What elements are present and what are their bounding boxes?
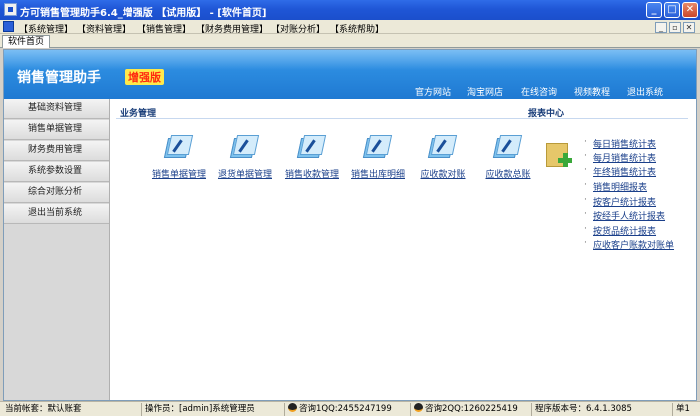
- report-by-handler[interactable]: 按经手人统计报表: [593, 209, 665, 222]
- status-qq2: 咨询2QQ:1260225419: [410, 403, 518, 416]
- report-yearly-sales[interactable]: 年终销售统计表: [593, 165, 656, 178]
- bullet-icon: ·: [584, 238, 587, 248]
- menu-bar: 【系统管理】 【资料管理】 【销售管理】 【财务费用管理】 【对账分析】 【系统…: [0, 20, 700, 35]
- mdi-app-icon[interactable]: [3, 21, 14, 32]
- link-video-tutorial[interactable]: 视频教程: [574, 85, 610, 98]
- bullet-icon: ·: [584, 151, 587, 161]
- biz-return-docs[interactable]: 退货单据管理: [213, 135, 277, 185]
- bullet-icon: ·: [584, 137, 587, 147]
- edition-badge: 增强版: [125, 69, 164, 85]
- sidebar-item-basic-data[interactable]: 基础资料管理: [4, 99, 109, 119]
- sidebar-item-sales-docs[interactable]: 销售单据管理: [4, 120, 109, 140]
- link-online-consult[interactable]: 在线咨询: [521, 85, 557, 98]
- status-bar: 当前帐套：默认账套 操作员：[admin]系统管理员 咨询1QQ:2455247…: [0, 401, 700, 416]
- document-icon: [492, 135, 523, 159]
- bullet-icon: ·: [584, 195, 587, 205]
- maximize-button[interactable]: □: [664, 2, 680, 18]
- biz-sales-receipts[interactable]: 销售收款管理: [280, 135, 344, 185]
- biz-label[interactable]: 销售单据管理: [147, 167, 211, 180]
- biz-sales-docs[interactable]: 销售单据管理: [147, 135, 211, 185]
- bullet-icon: ·: [584, 209, 587, 219]
- biz-label[interactable]: 销售出库明细: [346, 167, 410, 180]
- report-folder-icon: [546, 141, 574, 169]
- sidebar: 基础资料管理 销售单据管理 财务费用管理 系统参数设置 综合对账分析 退出当前系…: [4, 99, 110, 400]
- sidebar-item-finance[interactable]: 财务费用管理: [4, 141, 109, 161]
- banner: 销售管理助手 销售管理助手 增强版 官方网站 淘宝网店 在线咨询 视频教程 退出…: [4, 50, 696, 99]
- status-tail: 单1: [672, 403, 690, 416]
- mdi-restore-button[interactable]: ▫: [669, 22, 681, 33]
- report-by-product[interactable]: 按货品统计报表: [593, 224, 656, 237]
- title-bar: 方可销售管理助手6.4_增强版 【试用版】 - [软件首页] _ □ ✕: [0, 0, 700, 20]
- report-receivable-statement[interactable]: 应收客户账款对账单: [593, 238, 674, 251]
- minimize-button[interactable]: _: [646, 2, 662, 18]
- bullet-icon: ·: [584, 180, 587, 190]
- document-icon: [163, 135, 194, 159]
- banner-title-reflection: 销售管理助手: [17, 71, 101, 82]
- link-exit-system[interactable]: 退出系统: [627, 85, 663, 98]
- document-icon: [427, 135, 458, 159]
- status-qq1-text: 咨询1QQ:2455247199: [299, 404, 392, 414]
- status-qq2-text: 咨询2QQ:1260225419: [425, 404, 518, 414]
- biz-label[interactable]: 退货单据管理: [213, 167, 277, 180]
- sidebar-item-exit[interactable]: 退出当前系统: [4, 204, 109, 224]
- mdi-minimize-button[interactable]: _: [655, 22, 667, 33]
- document-icon: [362, 135, 393, 159]
- tab-home[interactable]: 软件首页: [2, 35, 51, 48]
- status-account: 当前帐套：默认账套: [5, 404, 82, 414]
- report-sales-detail[interactable]: 销售明细报表: [593, 180, 647, 193]
- qq-icon: [288, 403, 297, 412]
- report-monthly-sales[interactable]: 每月销售统计表: [593, 151, 656, 164]
- banner-shine: [4, 50, 696, 70]
- mdi-close-button[interactable]: ✕: [683, 22, 695, 33]
- biz-outbound-details[interactable]: 销售出库明细: [346, 135, 410, 185]
- biz-receivable-ledger[interactable]: 应收款总账: [476, 135, 540, 185]
- status-qq1: 咨询1QQ:2455247199: [284, 403, 392, 416]
- document-icon: [229, 135, 260, 159]
- close-button[interactable]: ✕: [682, 2, 698, 18]
- status-operator: 操作员：[admin]系统管理员: [141, 403, 255, 416]
- report-by-customer[interactable]: 按客户统计报表: [593, 195, 656, 208]
- link-taobao-shop[interactable]: 淘宝网店: [467, 85, 503, 98]
- bullet-icon: ·: [584, 165, 587, 175]
- bullet-icon: ·: [584, 224, 587, 234]
- biz-label[interactable]: 应收款总账: [476, 167, 540, 180]
- qq-icon: [414, 403, 423, 412]
- biz-label[interactable]: 销售收款管理: [280, 167, 344, 180]
- sidebar-item-settings[interactable]: 系统参数设置: [4, 162, 109, 182]
- app-icon[interactable]: [4, 3, 17, 16]
- main-content: 销售管理助手 销售管理助手 增强版 官方网站 淘宝网店 在线咨询 视频教程 退出…: [3, 49, 697, 401]
- status-version: 程序版本号：6.4.1.3085: [531, 403, 632, 416]
- report-daily-sales[interactable]: 每日销售统计表: [593, 137, 656, 150]
- sidebar-item-reconcile[interactable]: 综合对账分析: [4, 183, 109, 203]
- tab-strip: 软件首页: [0, 34, 700, 48]
- document-icon: [296, 135, 327, 159]
- link-official-site[interactable]: 官方网站: [415, 85, 451, 98]
- section-divider: [116, 118, 688, 119]
- window-title: 方可销售管理助手6.4_增强版 【试用版】 - [软件首页]: [20, 8, 267, 19]
- biz-receivable-reconcile[interactable]: 应收款对账: [411, 135, 475, 185]
- biz-label[interactable]: 应收款对账: [411, 167, 475, 180]
